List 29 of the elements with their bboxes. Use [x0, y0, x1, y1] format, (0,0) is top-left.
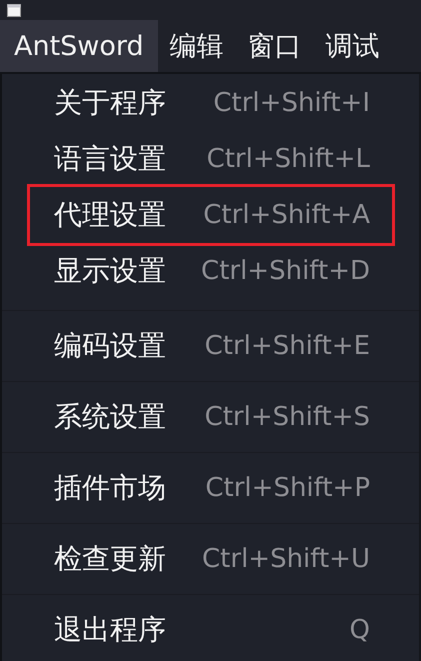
shortcut-label: Ctrl+Shift+L: [206, 144, 370, 174]
shortcut-label: Ctrl+Shift+S: [204, 402, 370, 432]
menu-item[interactable]: 编码设置 Ctrl+Shift+E: [27, 315, 395, 377]
menu-bar-item[interactable]: AntSword: [0, 20, 158, 72]
menu-item[interactable]: 插件市场 Ctrl+Shift+P: [27, 457, 395, 519]
shortcut-label: Ctrl+Shift+U: [202, 544, 370, 574]
menu-item[interactable]: 检查更新 Ctrl+Shift+U: [27, 528, 395, 590]
window-icon: [7, 4, 21, 16]
item-label: 检查更新: [54, 541, 166, 577]
item-label: 语言设置: [54, 141, 166, 177]
item-label: 代理设置: [54, 197, 166, 233]
menu-item[interactable]: 系统设置 Ctrl+Shift+S: [27, 386, 395, 448]
menu-bar-item[interactable]: 调试: [314, 20, 392, 72]
menu-item[interactable]: 退出程序 Q: [27, 599, 395, 661]
item-label: 编码设置: [54, 328, 166, 364]
item-label: 显示设置: [54, 253, 166, 289]
menu-bar-item[interactable]: 编辑: [158, 20, 236, 72]
item-label: 关于程序: [54, 85, 166, 121]
shortcut-label: Q: [350, 615, 370, 645]
item-label: 插件市场: [54, 470, 166, 506]
menu-bar-item[interactable]: 窗口: [236, 20, 314, 72]
shortcut-label: Ctrl+Shift+D: [201, 256, 370, 286]
shortcut-label: Ctrl+Shift+I: [213, 88, 370, 118]
shortcut-label: Ctrl+Shift+A: [203, 200, 370, 230]
shortcut-label: Ctrl+Shift+P: [205, 473, 370, 503]
shortcut-label: Ctrl+Shift+E: [204, 331, 370, 361]
item-label: 系统设置: [54, 399, 166, 435]
item-label: 退出程序: [54, 612, 166, 648]
menu-item[interactable]: 代理设置 Ctrl+Shift+A: [27, 184, 395, 246]
